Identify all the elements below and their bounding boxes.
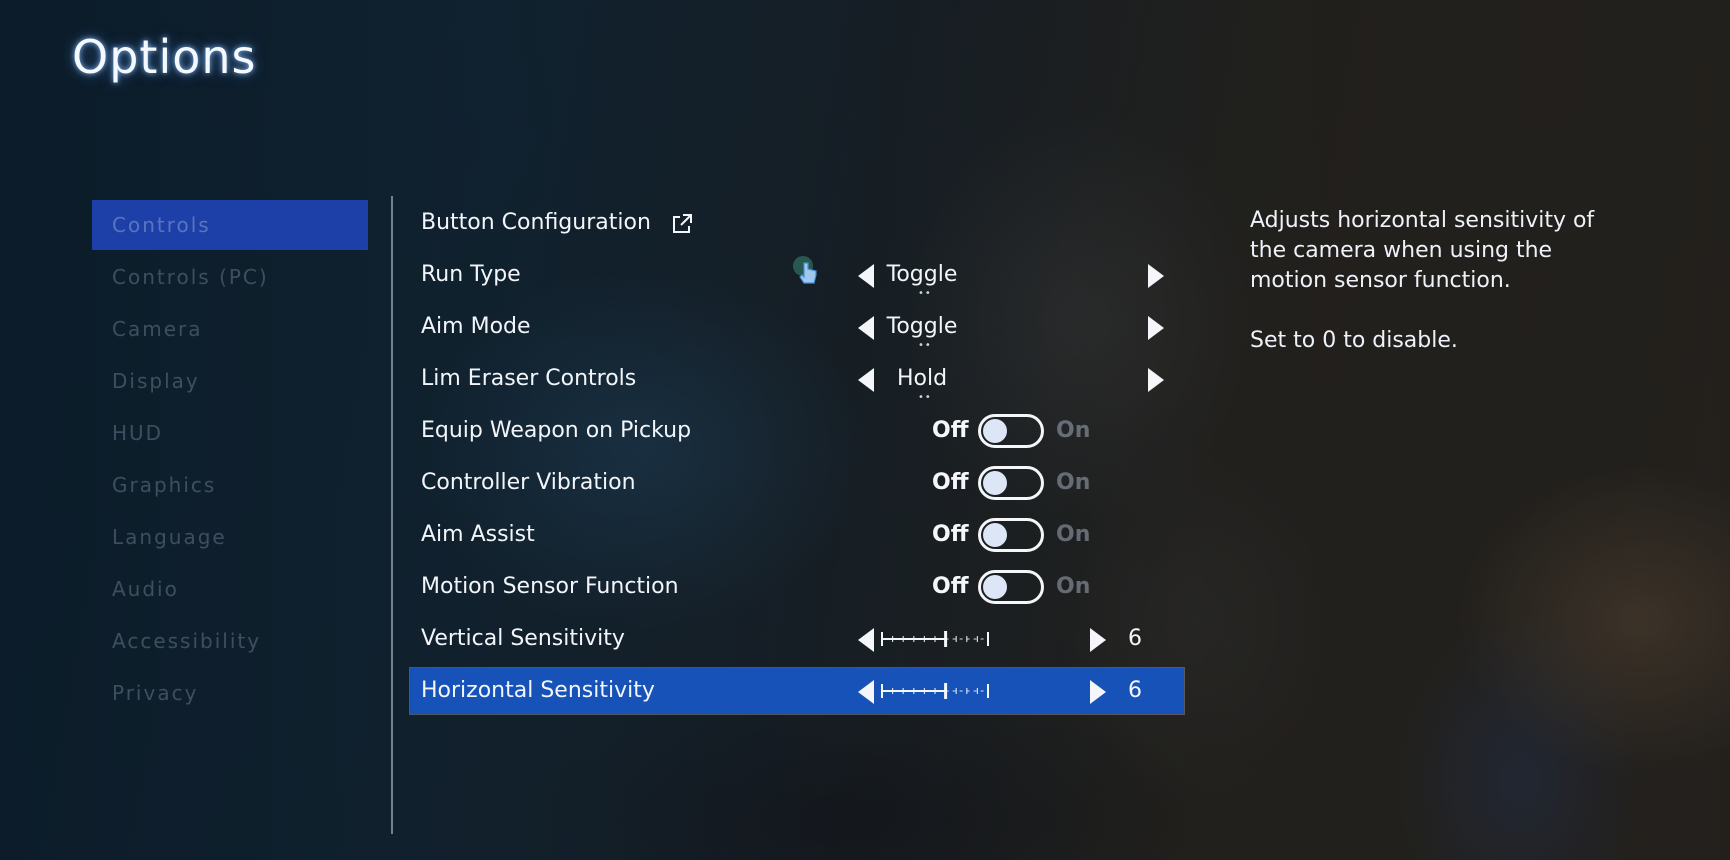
menu-item-language[interactable]: Language	[92, 512, 368, 562]
slider-track	[881, 631, 989, 647]
option-row-lim-eraser-controls[interactable]: Lim Eraser Controls Hold ••	[412, 356, 1186, 408]
chevron-right-icon[interactable]	[1148, 316, 1164, 340]
hand-pointer-icon	[793, 256, 817, 284]
option-label: Aim Mode	[421, 314, 531, 339]
page-title: Options	[72, 30, 257, 84]
option-row-aim-assist[interactable]: Aim Assist Off On	[412, 512, 1186, 564]
option-row-aim-mode[interactable]: Aim Mode Toggle ••	[412, 304, 1186, 356]
option-row-controller-vibration[interactable]: Controller Vibration Off On	[412, 460, 1186, 512]
option-row-motion-sensor[interactable]: Motion Sensor Function Off On	[412, 564, 1186, 616]
toggle-knob	[983, 523, 1007, 547]
menu-item-camera[interactable]: Camera	[92, 304, 368, 354]
options-category-menu: Controls Controls (PC) Camera Display HU…	[92, 200, 368, 720]
toggle-off-label: Off	[932, 470, 969, 495]
option-value: Hold ••	[896, 366, 948, 403]
description-note: Set to 0 to disable.	[1250, 328, 1458, 353]
option-row-equip-weapon[interactable]: Equip Weapon on Pickup Off On	[412, 408, 1186, 460]
menu-item-controls[interactable]: Controls	[92, 200, 368, 250]
menu-item-privacy[interactable]: Privacy	[92, 668, 368, 718]
option-row-horizontal-sensitivity[interactable]: Horizontal Sensitivity 6	[409, 667, 1186, 720]
external-link-icon	[673, 214, 692, 233]
option-description: Adjusts horizontal sensitivity of the ca…	[1250, 206, 1630, 386]
menu-item-accessibility[interactable]: Accessibility	[92, 616, 368, 666]
toggle-on-label: On	[1056, 574, 1091, 599]
toggle-on-label: On	[1056, 522, 1091, 547]
option-label: Horizontal Sensitivity	[421, 678, 655, 703]
slider-track	[881, 683, 989, 699]
slider-value: 6	[1128, 678, 1142, 703]
option-row-vertical-sensitivity[interactable]: Vertical Sensitivity 6	[412, 616, 1186, 668]
toggle-off-label: Off	[932, 574, 969, 599]
option-label: Aim Assist	[421, 522, 535, 547]
vertical-sensitivity-slider[interactable]	[860, 626, 1008, 652]
toggle-off-label: Off	[932, 418, 969, 443]
menu-item-hud[interactable]: HUD	[92, 408, 368, 458]
option-label: Button Configuration	[421, 210, 651, 235]
aim-assist-toggle[interactable]	[978, 518, 1044, 552]
chevron-right-icon[interactable]	[1148, 368, 1164, 392]
toggle-knob	[983, 419, 1007, 443]
motion-sensor-toggle[interactable]	[978, 570, 1044, 604]
option-value: Toggle ••	[886, 314, 958, 351]
option-label: Equip Weapon on Pickup	[421, 418, 692, 443]
toggle-on-label: On	[1056, 418, 1091, 443]
menu-item-audio[interactable]: Audio	[92, 564, 368, 614]
menu-item-controls-pc[interactable]: Controls (PC)	[92, 252, 368, 302]
option-label: Motion Sensor Function	[421, 574, 679, 599]
toggle-on-label: On	[1056, 470, 1091, 495]
option-label: Run Type	[421, 262, 521, 287]
menu-item-graphics[interactable]: Graphics	[92, 460, 368, 510]
option-row-button-configuration[interactable]: Button Configuration	[412, 200, 1186, 252]
description-text: Adjusts horizontal sensitivity of the ca…	[1250, 208, 1595, 293]
option-value: Toggle ••	[886, 262, 958, 299]
menu-item-display[interactable]: Display	[92, 356, 368, 406]
chevron-right-icon[interactable]	[1090, 628, 1106, 652]
equip-weapon-toggle[interactable]	[978, 414, 1044, 448]
option-label: Vertical Sensitivity	[421, 626, 625, 651]
slider-value: 6	[1128, 626, 1142, 651]
menu-divider	[391, 196, 393, 834]
toggle-off-label: Off	[932, 522, 969, 547]
horizontal-sensitivity-slider[interactable]	[860, 678, 1008, 704]
option-label: Controller Vibration	[421, 470, 636, 495]
option-label: Lim Eraser Controls	[421, 366, 637, 391]
chevron-right-icon[interactable]	[1148, 264, 1164, 288]
controller-vibration-toggle[interactable]	[978, 466, 1044, 500]
toggle-knob	[983, 575, 1007, 599]
toggle-knob	[983, 471, 1007, 495]
chevron-right-icon[interactable]	[1090, 680, 1106, 704]
